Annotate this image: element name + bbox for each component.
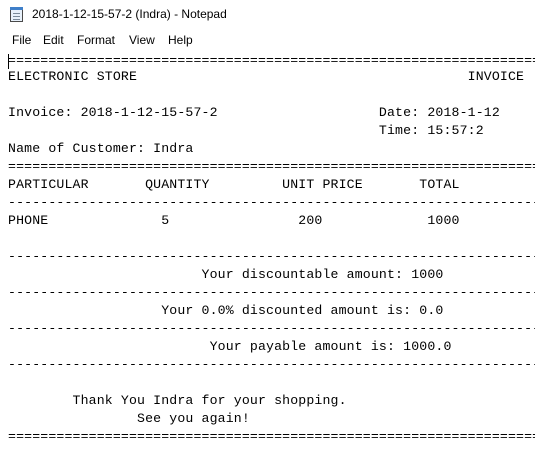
dash-line: ----------------------------------------… xyxy=(8,249,535,264)
dash-line: ----------------------------------------… xyxy=(8,195,535,210)
menu-edit[interactable]: Edit xyxy=(43,33,64,47)
thank-you-line: Thank You Indra for your shopping. xyxy=(8,393,347,408)
menu-help[interactable]: Help xyxy=(168,33,193,47)
title-bar: 2018-1-12-15-57-2 (Indra) - Notepad xyxy=(0,0,535,30)
separator-line: ========================================… xyxy=(8,429,535,444)
item-row-line: PHONE 5 200 1000 xyxy=(8,213,460,228)
store-header-line: ELECTRONIC STORE INVOICE xyxy=(8,69,525,84)
customer-line: Name of Customer: Indra xyxy=(8,141,194,156)
dash-line: ----------------------------------------… xyxy=(8,357,535,372)
text-editor-area[interactable]: ========================================… xyxy=(0,51,535,462)
see-you-again-line: See you again! xyxy=(8,411,250,426)
discounted-amount-line: Your 0.0% discounted amount is: 0.0 xyxy=(8,303,444,318)
notepad-icon xyxy=(10,7,23,22)
menu-bar: File Edit Format View Help xyxy=(0,30,535,51)
time-line: Time: 15:57:2 xyxy=(8,123,484,138)
payable-amount-line: Your payable amount is: 1000.0 xyxy=(8,339,452,354)
discountable-amount-line: Your discountable amount: 1000 xyxy=(8,267,444,282)
invoice-date-line: Invoice: 2018-1-12-15-57-2 Date: 2018-1-… xyxy=(8,105,500,120)
menu-file[interactable]: File xyxy=(12,33,31,47)
window-title: 2018-1-12-15-57-2 (Indra) - Notepad xyxy=(32,7,227,21)
dash-line: ----------------------------------------… xyxy=(8,321,535,336)
separator-line: ========================================… xyxy=(8,53,535,68)
menu-format[interactable]: Format xyxy=(77,33,115,47)
menu-view[interactable]: View xyxy=(129,33,155,47)
dash-line: ----------------------------------------… xyxy=(8,285,535,300)
table-header-line: PARTICULAR QUANTITY UNIT PRICE TOTAL xyxy=(8,177,460,192)
separator-line: ========================================… xyxy=(8,159,535,174)
